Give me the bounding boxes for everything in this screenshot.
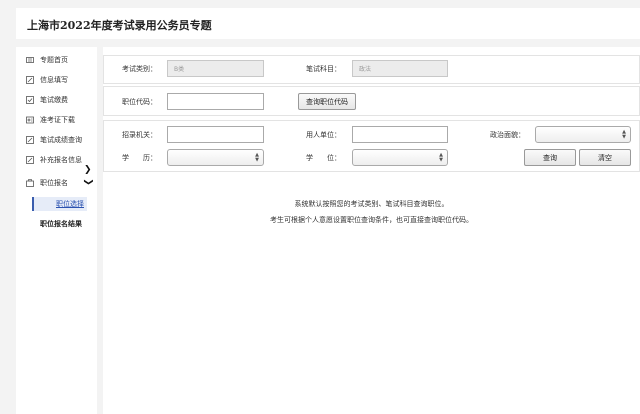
default-query-notice: 系统默认按照您的考试类别、笔试科目查询职位。	[294, 200, 449, 208]
sidebar: 专题首页 信息填写 笔试缴费 准考证下载 笔试成绩查询 补充报名信息 ❯ 职位报…	[16, 47, 97, 414]
sidebar-item-score-query[interactable]: 笔试成绩查询	[16, 131, 97, 149]
select-arrows-icon: ▲ ▼	[439, 152, 443, 163]
select-arrows-icon: ▲ ▼	[622, 129, 626, 140]
sidebar-item-label: 专题首页	[40, 56, 68, 64]
position-code-label: 职位代码：	[122, 98, 157, 106]
written-subject-label: 笔试科目：	[306, 65, 341, 73]
clear-button[interactable]: 清空	[579, 149, 631, 166]
exam-info-panel: 考试类别： B类 笔试科目： 政法	[103, 55, 640, 84]
political-status-select[interactable]: ▲ ▼	[535, 126, 631, 143]
sidebar-item-admission-ticket[interactable]: 准考证下载	[16, 111, 97, 129]
position-code-panel: 职位代码： 查询职位代码	[103, 86, 640, 116]
home-icon	[26, 56, 34, 64]
recruit-org-input[interactable]	[167, 126, 264, 143]
exam-type-field: B类	[167, 60, 264, 77]
sidebar-item-payment[interactable]: 笔试缴费	[16, 91, 97, 109]
written-subject-field: 政法	[352, 60, 448, 77]
edit-icon	[26, 136, 34, 144]
sidebar-item-info-fill[interactable]: 信息填写	[16, 71, 97, 89]
political-status-label: 政治面貌：	[490, 131, 525, 139]
filter-panel: 招录机关： 用人单位： 政治面貌： ▲ ▼ 学 历： ▲ ▼ 学 位： ▲ ▼ 查询 …	[103, 120, 640, 172]
employer-label: 用人单位：	[306, 131, 341, 139]
page-header: 上海市2022年度考试录用公务员专题	[16, 8, 640, 39]
edit-icon	[26, 156, 34, 164]
sidebar-subitem-position-select[interactable]: 职位选择	[32, 197, 87, 211]
position-code-input[interactable]	[167, 93, 264, 110]
select-arrows-icon: ▲ ▼	[255, 152, 259, 163]
edit-icon	[26, 76, 34, 84]
degree-select[interactable]: ▲ ▼	[352, 149, 448, 166]
exam-type-label: 考试类别：	[122, 65, 157, 73]
education-label: 学 历：	[122, 154, 157, 162]
sidebar-item-label: 笔试缴费	[40, 96, 68, 104]
sidebar-item-label: 信息填写	[40, 76, 68, 84]
briefcase-icon	[26, 179, 34, 187]
sidebar-item-position-apply[interactable]: 职位报名 ❯	[16, 174, 97, 192]
checkbox-icon	[26, 96, 34, 104]
sidebar-item-home[interactable]: 专题首页	[16, 51, 97, 69]
ticket-icon	[26, 116, 34, 124]
sidebar-item-label: 笔试成绩查询	[40, 136, 82, 144]
recruit-org-label: 招录机关：	[122, 131, 157, 139]
main-content: 考试类别： B类 笔试科目： 政法 职位代码： 查询职位代码 招录机关： 用人单…	[103, 47, 640, 414]
education-select[interactable]: ▲ ▼	[167, 149, 264, 166]
sidebar-item-label: 准考证下载	[40, 116, 75, 124]
employer-input[interactable]	[352, 126, 448, 143]
sidebar-subitem-label: 职位选择	[56, 200, 84, 208]
sidebar-subitem-apply-result[interactable]: 职位报名结果	[16, 217, 97, 231]
query-button[interactable]: 查询	[524, 149, 576, 166]
chevron-down-icon: ❯	[82, 178, 93, 186]
sidebar-item-label: 职位报名	[40, 179, 68, 187]
query-position-code-button[interactable]: 查询职位代码	[298, 93, 356, 110]
degree-label: 学 位：	[306, 154, 341, 162]
sidebar-subitem-label: 职位报名结果	[40, 219, 82, 228]
sidebar-item-label: 补充报名信息	[40, 156, 82, 164]
query-hint-notice: 考生可根据个人意愿设置职位查询条件，也可直接查询职位代码。	[270, 216, 473, 224]
page-title: 上海市2022年度考试录用公务员专题	[27, 19, 212, 32]
